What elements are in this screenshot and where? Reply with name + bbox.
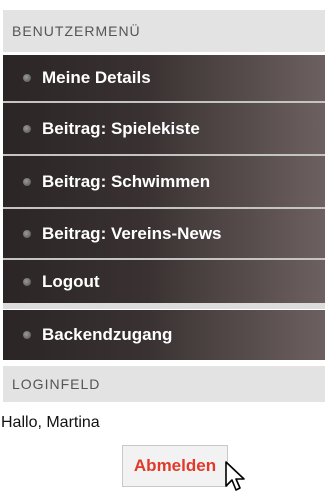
menu-item-label: Logout	[42, 271, 100, 291]
menu-item-vereins-news[interactable]: Beitrag: Vereins-News	[3, 209, 325, 258]
menu-item-label: Backendzugang	[42, 325, 173, 344]
bullet-icon	[23, 74, 31, 82]
login-header-label: LOGINFELD	[12, 376, 101, 392]
menu-item-label: Beitrag: Spielekiste	[42, 118, 200, 138]
bullet-icon	[23, 331, 31, 339]
user-menu-header: BENUTZERMENÜ	[3, 10, 325, 52]
user-menu-header-label: BENUTZERMENÜ	[12, 23, 141, 39]
menu-item-label: Meine Details	[42, 68, 151, 87]
bullet-icon	[23, 124, 31, 133]
menu-item-label: Beitrag: Schwimmen	[42, 171, 211, 191]
login-header: LOGINFELD	[3, 366, 325, 402]
menu-item-backendzugang[interactable]: Backendzugang	[3, 310, 325, 360]
logout-button-label: Abmelden	[133, 456, 217, 475]
bullet-icon	[23, 277, 31, 286]
menu-item-meine-details[interactable]: Meine Details	[3, 55, 325, 101]
greeting-text: Hallo, Martina	[1, 414, 100, 431]
menu-divider	[3, 303, 325, 309]
logout-button[interactable]: Abmelden	[122, 445, 228, 487]
menu-item-label: Beitrag: Vereins-News	[42, 223, 222, 243]
bullet-icon	[23, 229, 31, 238]
menu-item-logout[interactable]: Logout	[3, 260, 325, 303]
mouse-pointer-icon	[225, 461, 245, 491]
menu-item-schwimmen[interactable]: Beitrag: Schwimmen	[3, 156, 325, 207]
menu-item-spielekiste[interactable]: Beitrag: Spielekiste	[3, 103, 325, 154]
bullet-icon	[23, 177, 31, 186]
